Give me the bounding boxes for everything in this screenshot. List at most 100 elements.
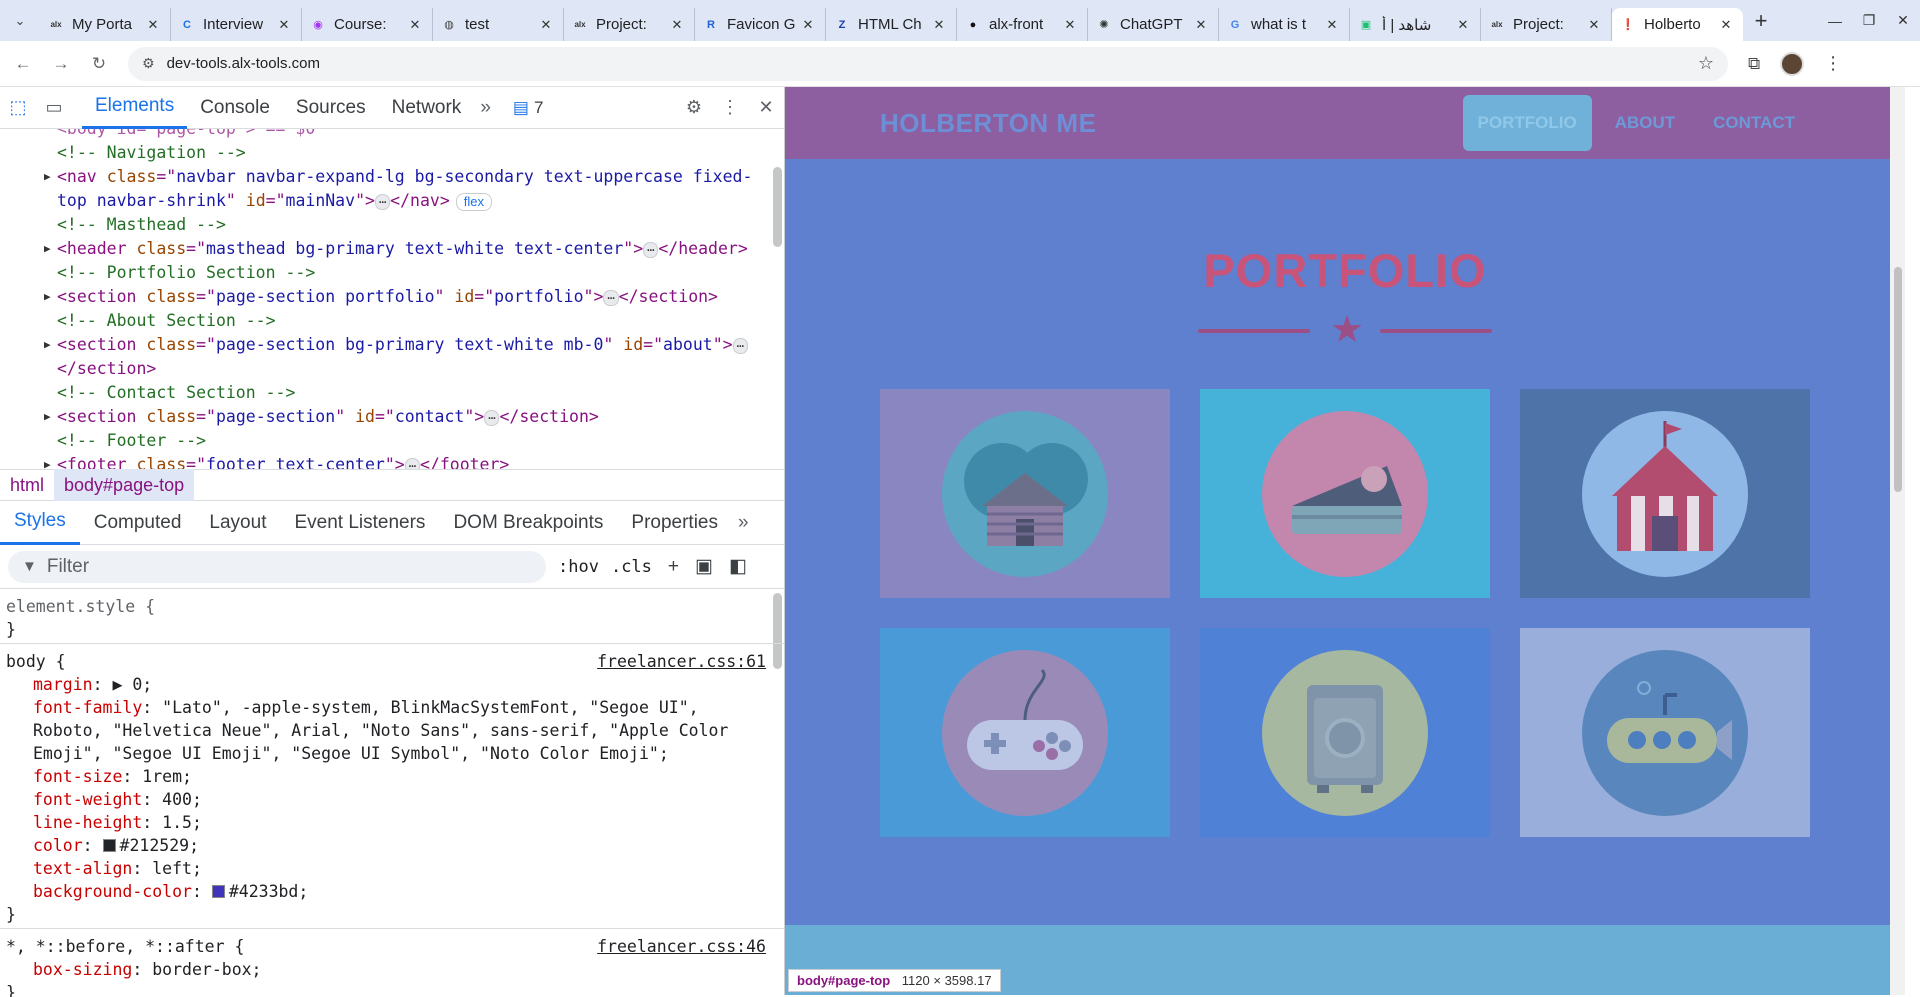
dom-node-line[interactable]: ▶ <footer class="footer text-center"> ⋯ </f… <box>0 453 784 469</box>
styles-subtab[interactable]: Properties <box>617 501 732 545</box>
new-tab-button[interactable]: + <box>1743 8 1779 34</box>
browser-tab[interactable]: Gwhat is t ✕ <box>1219 8 1350 41</box>
css-declaration[interactable]: font-family: "Lato", -apple-system, Blin… <box>6 696 778 765</box>
styles-subtab[interactable]: DOM Breakpoints <box>439 501 617 545</box>
tab-search-button[interactable]: ⌄ <box>0 0 40 41</box>
collapsed-children-button[interactable]: ⋯ <box>643 241 659 258</box>
close-window-icon[interactable]: ✕ <box>1886 0 1920 41</box>
dom-node-line[interactable]: <!-- Footer --> <box>0 429 784 453</box>
devtools-tab-console[interactable]: Console <box>187 87 283 129</box>
browser-tab[interactable]: ● alx-front ✕ <box>957 8 1088 41</box>
close-tab-icon[interactable]: ✕ <box>1323 17 1341 33</box>
site-brand[interactable]: HOLBERTON ME <box>880 108 1096 139</box>
collapsed-children-button[interactable]: ⋯ <box>603 289 619 306</box>
expand-triangle-icon[interactable]: ▶ <box>44 405 51 429</box>
devtools-tab-sources[interactable]: Sources <box>283 87 379 129</box>
toggle-sidebar-icon[interactable]: ◧ <box>729 555 747 578</box>
site-info-icon[interactable]: ⚙ <box>142 55 155 72</box>
expand-triangle-icon[interactable]: ▶ <box>44 165 51 189</box>
more-subtabs-icon[interactable]: » <box>732 512 755 534</box>
page-scroll-thumb[interactable] <box>1894 267 1902 492</box>
css-declaration[interactable]: font-weight: 400; <box>6 788 778 811</box>
page-scrollbar[interactable] <box>1890 87 1905 995</box>
dom-node-line[interactable]: <!-- Navigation --> <box>0 141 784 165</box>
devtools-menu-icon[interactable]: ⋮ <box>712 87 748 129</box>
back-icon[interactable]: ← <box>8 49 38 79</box>
dom-node-line[interactable]: ▶ <nav class="navbar navbar-expand-lg bg-… <box>0 165 784 213</box>
device-toolbar-icon[interactable]: ▭ <box>36 87 72 129</box>
nav-link-portfolio[interactable]: PORTFOLIO <box>1462 95 1592 151</box>
expand-shorthand-icon[interactable]: ▶ <box>112 675 132 694</box>
address-bar[interactable]: ⚙ dev-tools.alx-tools.com ☆ <box>128 46 1728 81</box>
dom-node-line[interactable]: <!-- Contact Section --> <box>0 381 784 405</box>
dom-node-line[interactable]: ▶ <section class="page-section portfolio"… <box>0 285 784 309</box>
color-swatch[interactable] <box>102 839 116 852</box>
collapsed-children-button[interactable]: ⋯ <box>374 193 391 210</box>
breadcrumb-item[interactable]: body#page-top <box>54 469 195 501</box>
styles-filter-input[interactable]: ▼ Filter <box>8 550 546 583</box>
nav-link-contact[interactable]: CONTACT <box>1698 95 1810 151</box>
browser-tab[interactable]: ◍ test ✕ <box>433 8 564 41</box>
rule-selector[interactable]: element.style { <box>6 595 778 618</box>
profile-avatar[interactable] <box>1780 51 1805 76</box>
browser-tab[interactable]: ❗ Holberto ✕ <box>1612 8 1743 41</box>
close-tab-icon[interactable]: ✕ <box>799 17 817 33</box>
rule-source-link[interactable]: freelancer.css:61 <box>597 650 766 673</box>
nav-link-about[interactable]: ABOUT <box>1600 95 1690 151</box>
cls-toggle[interactable]: .cls <box>611 557 652 577</box>
close-tab-icon[interactable]: ✕ <box>930 17 948 33</box>
dom-node-line[interactable]: <body id="page-top"> == $0 <box>0 129 784 141</box>
close-tab-icon[interactable]: ✕ <box>668 17 686 33</box>
expand-triangle-icon[interactable]: ▶ <box>44 333 51 357</box>
expand-triangle-icon[interactable]: ▶ <box>44 285 51 309</box>
close-tab-icon[interactable]: ✕ <box>144 17 162 33</box>
close-tab-icon[interactable]: ✕ <box>1192 17 1210 33</box>
collapsed-children-button[interactable]: ⋯ <box>484 409 500 426</box>
close-tab-icon[interactable]: ✕ <box>1061 17 1079 33</box>
breadcrumb-item[interactable]: html <box>0 469 54 501</box>
paint-brush-icon[interactable]: ▣ <box>695 555 713 578</box>
styles-subtab[interactable]: Event Listeners <box>280 501 439 545</box>
extensions-icon[interactable]: ⧉ <box>1748 54 1760 74</box>
browser-tab[interactable]: ◉ Course: ✕ <box>302 8 433 41</box>
css-declaration[interactable]: margin: ▶ 0; <box>6 673 778 696</box>
browser-tab[interactable]: R Favicon G ✕ <box>695 8 826 41</box>
hov-toggle[interactable]: :hov <box>558 557 599 577</box>
css-declaration[interactable]: box-sizing: border-box; <box>6 958 778 981</box>
collapsed-children-button[interactable]: ⋯ <box>404 457 420 469</box>
dom-node-line[interactable]: ▶ <section class="page-section" id="conta… <box>0 405 784 429</box>
close-tab-icon[interactable]: ✕ <box>537 17 555 33</box>
portfolio-item-cabin[interactable] <box>880 389 1170 598</box>
close-tab-icon[interactable]: ✕ <box>1454 17 1472 33</box>
dom-node-line[interactable]: <!-- Portfolio Section --> <box>0 261 784 285</box>
new-style-rule-icon[interactable]: + <box>668 556 679 578</box>
close-tab-icon[interactable]: ✕ <box>275 17 293 33</box>
color-swatch[interactable] <box>211 885 225 898</box>
browser-menu-icon[interactable]: ⋮ <box>1824 53 1842 74</box>
minimize-icon[interactable]: — <box>1818 0 1852 41</box>
settings-gear-icon[interactable]: ⚙ <box>676 87 712 129</box>
close-tab-icon[interactable]: ✕ <box>406 17 424 33</box>
restore-icon[interactable]: ❐ <box>1852 0 1886 41</box>
styles-subtab[interactable]: Styles <box>0 501 80 545</box>
styles-subtab[interactable]: Computed <box>80 501 196 545</box>
inspect-element-icon[interactable]: ⬚ <box>0 87 36 129</box>
reload-icon[interactable]: ↻ <box>84 49 114 79</box>
forward-icon[interactable]: → <box>46 49 76 79</box>
rule-source-link[interactable]: freelancer.css:46 <box>597 935 766 958</box>
dom-node-line[interactable]: ▶ <header class="masthead bg-primary text… <box>0 237 784 261</box>
css-declaration[interactable]: background-color: #4233bd; <box>6 880 778 903</box>
issues-counter[interactable]: ▤ 7 <box>513 98 544 118</box>
expand-triangle-icon[interactable]: ▶ <box>44 237 51 261</box>
css-declaration[interactable]: text-align: left; <box>6 857 778 880</box>
browser-tab[interactable]: ▣ شاهد | أ ✕ <box>1350 8 1481 41</box>
close-devtools-icon[interactable]: ✕ <box>748 87 784 129</box>
close-tab-icon[interactable]: ✕ <box>1585 17 1603 33</box>
portfolio-item-cake[interactable] <box>1200 389 1490 598</box>
browser-tab[interactable]: ✺ ChatGPT ✕ <box>1088 8 1219 41</box>
css-declaration[interactable]: font-size: 1rem; <box>6 765 778 788</box>
portfolio-item-safe[interactable] <box>1200 628 1490 837</box>
devtools-tab-elements[interactable]: Elements <box>82 87 188 129</box>
browser-tab[interactable]: Z HTML Ch ✕ <box>826 8 957 41</box>
more-tabs-icon[interactable]: » <box>474 97 497 119</box>
